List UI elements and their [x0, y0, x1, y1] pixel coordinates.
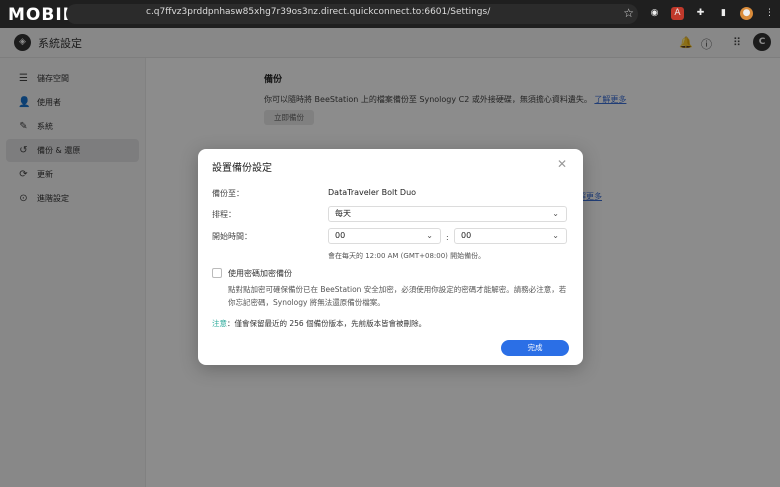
menu-dots-icon[interactable]: ⋮	[763, 7, 776, 20]
schedule-select[interactable]: 每天 ⌄	[328, 206, 567, 222]
chevron-down-icon: ⌄	[552, 209, 559, 218]
encrypt-checkbox[interactable]	[212, 268, 222, 278]
backup-settings-dialog: 設置備份設定 ✕ 備份至： DataTraveler Bolt Duo 排程： …	[198, 149, 583, 365]
url-text: c.q7ffvz3prddpnhasw85xhg7r39os3nz.direct…	[146, 7, 491, 17]
address-bar[interactable]: c.q7ffvz3prddpnhasw85xhg7r39os3nz.direct…	[66, 4, 638, 24]
dialog-title: 設置備份設定	[212, 163, 272, 174]
note-label: 注意	[212, 319, 227, 328]
time-hint: 會在每天的 12:00 AM (GMT+08:00) 開始備份。	[328, 252, 486, 260]
encrypt-description: 點對點加密可確保備份已在 BeeStation 安全加密，必須使用你設定的密碼才…	[228, 285, 567, 307]
start-time-label: 開始時間：	[212, 232, 252, 241]
note-text: ：僅會保留最近的 256 個備份版本，先前版本皆會被刪除。	[227, 319, 427, 328]
browser-toolbar: MOBILE01 c.q7ffvz3prddpnhasw85xhg7r39os3…	[0, 0, 780, 28]
close-icon[interactable]: ✕	[557, 157, 567, 171]
extension-icon[interactable]: ◉	[648, 7, 661, 20]
hour-select[interactable]: 00 ⌄	[328, 228, 441, 244]
profile-icon[interactable]: ●	[740, 7, 753, 20]
minute-select[interactable]: 00 ⌄	[454, 228, 567, 244]
sidepanel-icon[interactable]: ▮	[717, 7, 730, 20]
chevron-down-icon: ⌄	[426, 231, 433, 240]
minute-value: 00	[461, 231, 472, 240]
schedule-value: 每天	[335, 209, 351, 218]
puzzle-icon[interactable]: ✚	[694, 7, 707, 20]
backup-to-label: 備份至：	[212, 189, 244, 198]
encrypt-label[interactable]: 使用密碼加密備份	[228, 268, 292, 279]
done-button[interactable]: 完成	[501, 340, 569, 356]
time-separator: :	[446, 233, 449, 242]
retention-note: 注意：僅會保留最近的 256 個備份版本，先前版本皆會被刪除。	[212, 318, 426, 329]
chevron-down-icon: ⌄	[552, 231, 559, 240]
backup-to-value: DataTraveler Bolt Duo	[328, 188, 417, 197]
pdf-extension-icon[interactable]: A	[671, 7, 684, 20]
hour-value: 00	[335, 231, 346, 240]
bookmark-star-icon[interactable]: ☆	[623, 6, 634, 20]
schedule-label: 排程：	[212, 210, 236, 219]
